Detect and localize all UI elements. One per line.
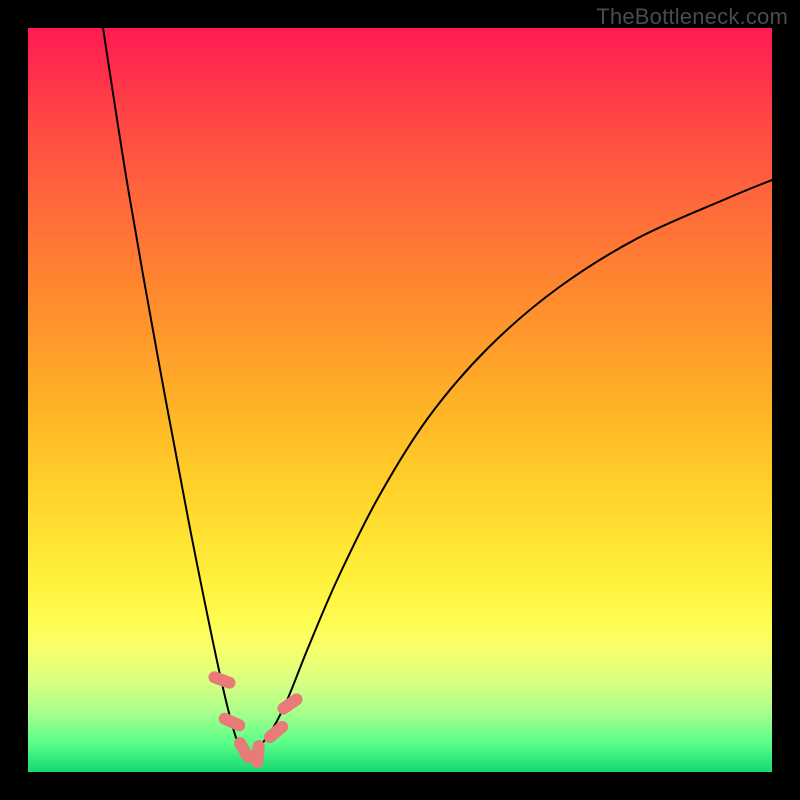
watermark-text: TheBottleneck.com: [596, 4, 788, 30]
marker-bottom-2: [251, 740, 265, 769]
plot-area: [28, 28, 772, 772]
markers-group: [207, 670, 305, 769]
bottleneck-curve: [103, 28, 772, 754]
marker-left-descent-2: [217, 711, 247, 733]
chart-svg: [28, 28, 772, 772]
